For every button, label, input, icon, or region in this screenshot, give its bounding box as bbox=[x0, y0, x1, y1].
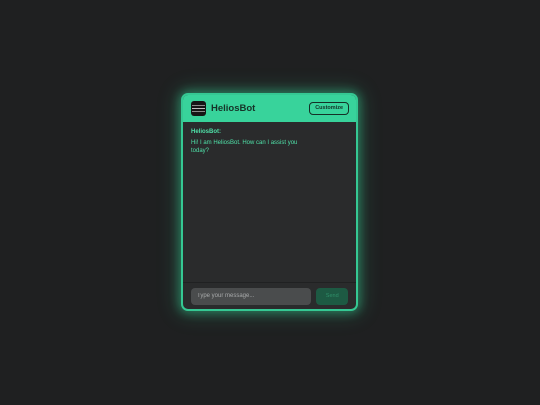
message-sender: HeliosBot: bbox=[191, 129, 221, 135]
chat-header: HeliosBot Customize bbox=[183, 95, 356, 122]
composer-bar: Send bbox=[183, 282, 356, 309]
robot-avatar-icon bbox=[191, 101, 206, 116]
bot-message: HeliosBot: Hi! I am HeliosBot. How can I… bbox=[191, 129, 348, 155]
send-button[interactable]: Send bbox=[316, 287, 348, 305]
message-text: Hi! I am HeliosBot. How can I assist you… bbox=[191, 140, 298, 154]
bot-name: HeliosBot bbox=[211, 103, 256, 114]
message-input[interactable] bbox=[191, 287, 312, 305]
chat-widget: HeliosBot Customize HeliosBot: Hi! I am … bbox=[181, 93, 358, 311]
page-background: HeliosBot Customize HeliosBot: Hi! I am … bbox=[0, 0, 540, 405]
customize-button[interactable]: Customize bbox=[309, 102, 349, 115]
message-list: HeliosBot: Hi! I am HeliosBot. How can I… bbox=[183, 122, 356, 282]
